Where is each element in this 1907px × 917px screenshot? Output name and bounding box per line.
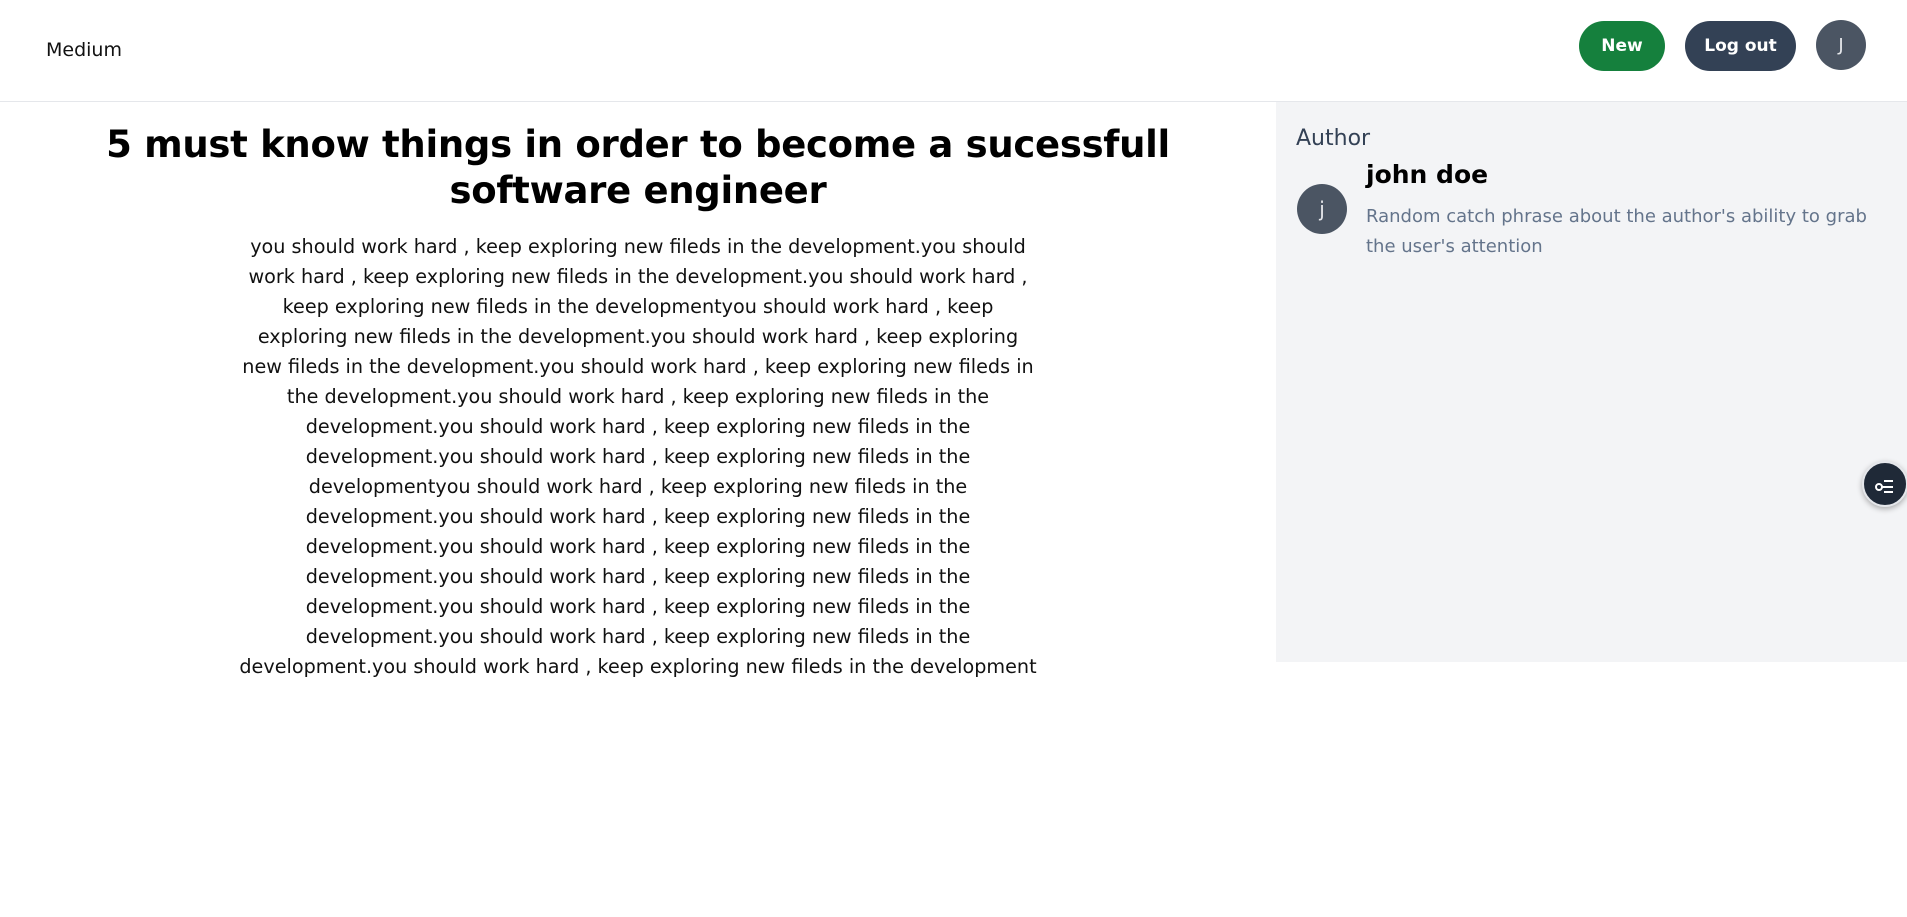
logout-button[interactable]: Log out (1685, 21, 1796, 71)
article-section: 5 must know things in order to become a … (0, 102, 1276, 678)
author-avatar: j (1297, 184, 1347, 234)
top-navbar: Medium New Log out J (0, 0, 1907, 102)
article-title: 5 must know things in order to become a … (106, 123, 1170, 212)
floating-settings-button[interactable] (1862, 461, 1907, 507)
author-name: john doe (1366, 160, 1489, 189)
user-avatar[interactable]: J (1816, 20, 1866, 70)
author-sidebar: Author j john doe Random catch phrase ab… (1276, 102, 1907, 662)
new-post-button[interactable]: New (1579, 21, 1665, 71)
article-body: you should work hard , keep exploring ne… (239, 235, 1037, 678)
brand-logo[interactable]: Medium (46, 39, 122, 61)
filter-toggle-icon (1875, 480, 1893, 493)
author-heading: Author (1296, 126, 1371, 151)
author-catch-phrase: Random catch phrase about the author's a… (1366, 206, 1867, 257)
